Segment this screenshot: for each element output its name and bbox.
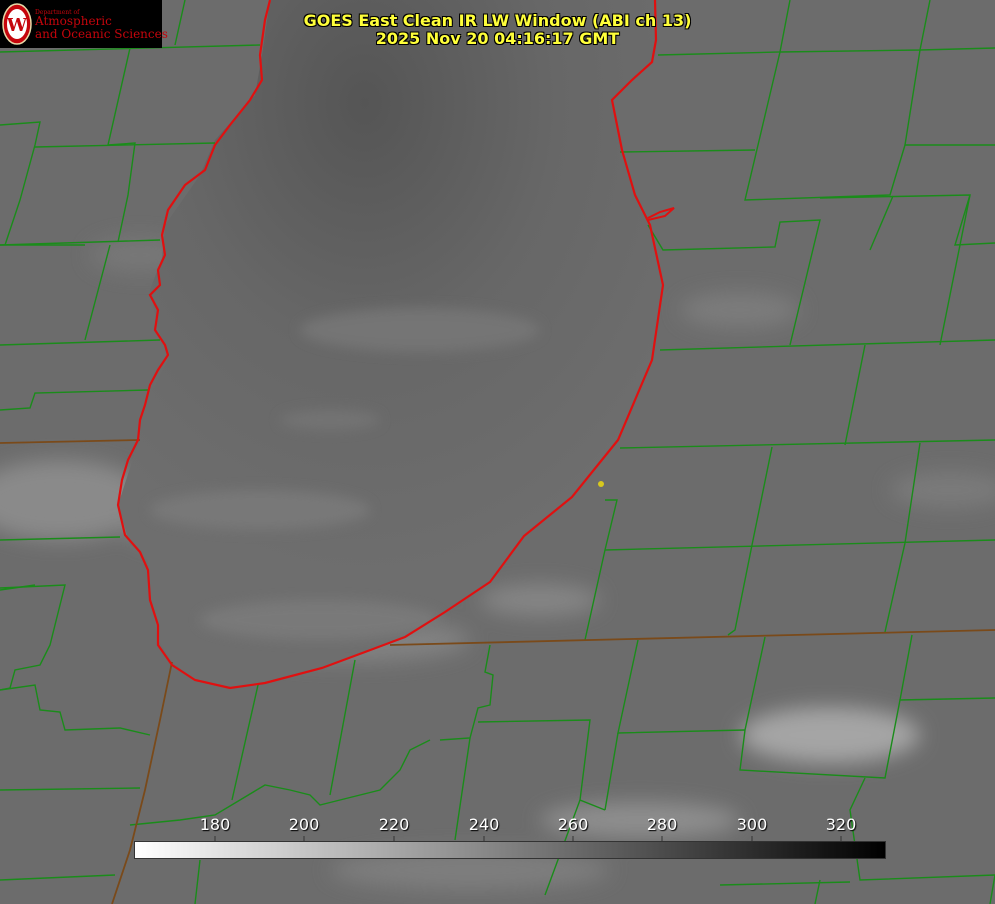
station-marker <box>598 481 604 487</box>
svg-text:W: W <box>6 15 28 36</box>
image-timestamp: 2025 Nov 20 04:16:17 GMT <box>375 29 620 48</box>
colorbar-tick-label: 280 <box>646 815 678 834</box>
temperature-colorbar <box>134 841 886 859</box>
colorbar-tick-label: 180 <box>199 815 231 834</box>
colorbar-tick-label: 320 <box>825 815 857 834</box>
colorbar-tick-label: 260 <box>557 815 589 834</box>
colorbar-tick-label: 300 <box>736 815 768 834</box>
colorbar-tick-label: 200 <box>288 815 320 834</box>
logo-line-1: Atmospheric <box>35 14 112 28</box>
satellite-map <box>0 0 995 904</box>
uw-crest-icon: W <box>2 3 32 45</box>
colorbar-tick-label: 240 <box>468 815 500 834</box>
uw-aos-logo[interactable]: W Department of Atmospheric and Oceanic … <box>0 0 168 48</box>
colorbar-tick-label: 220 <box>378 815 410 834</box>
logo-line-2: and Oceanic Sciences <box>35 27 168 41</box>
image-title: GOES East Clean IR LW Window (ABI ch 13) <box>303 11 692 30</box>
